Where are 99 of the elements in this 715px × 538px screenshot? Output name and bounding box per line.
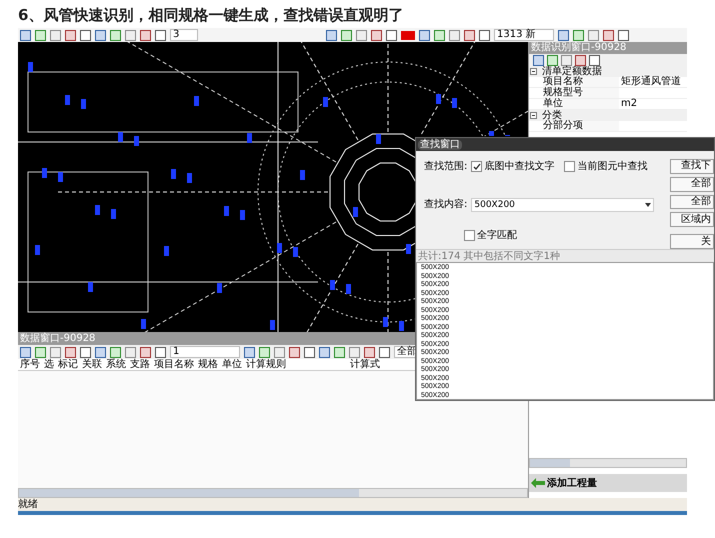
option-label: 底图中查找文字 <box>484 162 554 172</box>
property-name: 项目名称 <box>543 77 619 87</box>
toolbar-icon[interactable] <box>379 346 390 358</box>
toolbar-icon[interactable] <box>479 30 490 40</box>
toolbar-icon[interactable] <box>575 54 586 66</box>
toolbar-icon[interactable] <box>80 30 91 40</box>
property-name: 单位 <box>543 99 619 109</box>
toolbar-icon[interactable] <box>588 30 599 40</box>
toolbar-icon[interactable] <box>289 346 300 358</box>
toolbar-icon[interactable] <box>304 346 315 358</box>
toolbar-icon[interactable] <box>20 30 31 40</box>
option-label: 全字匹配 <box>477 230 517 240</box>
add-quantity-button[interactable]: 添加工程量 <box>529 474 687 492</box>
toolbar-icon[interactable] <box>326 30 337 40</box>
toolbar-icon[interactable] <box>35 30 46 40</box>
group-label: 分类 <box>541 110 562 120</box>
option-label: 当前图元中查找 <box>577 162 648 172</box>
toolbar-icon[interactable] <box>80 346 91 358</box>
toolbar-icon[interactable] <box>533 54 544 66</box>
property-value[interactable]: 矩形通风管道 <box>619 77 681 87</box>
toolbar-icon[interactable] <box>155 30 166 40</box>
column-header[interactable]: 计算规则 <box>244 359 288 370</box>
property-name: 规格型号 <box>543 88 619 98</box>
toolbar-icon[interactable] <box>356 30 367 40</box>
column-header[interactable]: 规格 <box>196 359 220 370</box>
toolbar-icon[interactable] <box>334 346 345 358</box>
toolbar-icon[interactable] <box>618 30 629 40</box>
toolbar-icon[interactable] <box>319 346 330 358</box>
status-bar: 就绪 <box>18 498 687 511</box>
level-field[interactable]: 1 <box>170 346 240 358</box>
checkbox[interactable] <box>564 161 576 172</box>
toolbar-icon[interactable] <box>464 30 475 40</box>
toolbar-icon[interactable] <box>259 346 270 358</box>
expand-toggle[interactable] <box>529 68 538 75</box>
column-header[interactable]: 标记 <box>56 359 80 370</box>
dialog-button[interactable]: 全部 <box>670 176 714 192</box>
toolbar-icon[interactable] <box>125 30 136 40</box>
property-value[interactable]: m2 <box>619 99 638 109</box>
color-swatch[interactable] <box>401 30 415 40</box>
horizontal-scrollbar[interactable] <box>529 458 687 468</box>
line-width-value[interactable]: 3 <box>170 29 198 41</box>
toolbar-icon[interactable] <box>65 346 76 358</box>
toolbar-icon[interactable] <box>341 30 352 40</box>
toolbar-icon[interactable] <box>140 346 151 358</box>
dialog-title: 查找窗口 <box>418 140 462 150</box>
content-label: 查找内容: <box>424 200 468 210</box>
toolbar-icon[interactable] <box>20 346 31 358</box>
column-header[interactable]: 选 <box>42 359 56 370</box>
toolbar-icon[interactable] <box>50 30 61 40</box>
toolbar-icon[interactable] <box>35 346 46 358</box>
toolbar-icon[interactable] <box>110 30 121 40</box>
expand-toggle[interactable] <box>529 112 538 119</box>
column-header[interactable]: 单位 <box>220 359 244 370</box>
toolbar-icon[interactable] <box>449 30 460 40</box>
toolbar-icon[interactable] <box>50 346 61 358</box>
group-label: 清单定额数据 <box>541 66 602 76</box>
toolbar-icon[interactable] <box>558 30 569 40</box>
summary-text: 共计:174 其中包括不同文字1种 <box>416 249 714 262</box>
toolbar-icon[interactable] <box>603 30 614 40</box>
horizontal-scrollbar[interactable] <box>18 488 528 498</box>
property-name: 分部分项 <box>543 121 619 131</box>
toolbar-icon[interactable] <box>419 30 430 40</box>
toolbar-icon[interactable] <box>65 30 76 40</box>
dialog-button[interactable]: 查找下 <box>670 159 714 174</box>
column-header[interactable]: 支路 <box>128 359 152 370</box>
arrow-left-icon <box>531 478 545 488</box>
toolbar-icon[interactable] <box>349 346 360 358</box>
toolbar-icon[interactable] <box>364 346 375 358</box>
dropdown-icon <box>645 203 651 207</box>
checkbox[interactable] <box>471 161 482 172</box>
toolbar-icon[interactable] <box>110 346 121 358</box>
column-header[interactable]: 系统 <box>104 359 128 370</box>
dialog-button[interactable]: 区域内 <box>670 212 714 228</box>
toolbar-icon[interactable] <box>371 30 382 40</box>
toolbar-icon[interactable] <box>95 346 106 358</box>
toolbar-icon[interactable] <box>573 30 584 40</box>
content-field[interactable]: 500X200 <box>471 198 654 212</box>
panel-title: 数据识别窗口-90928 <box>529 42 687 54</box>
toolbar-icon[interactable] <box>140 30 151 40</box>
article-heading: 6、风管快速识别，相同规格一键生成，查找错误直观明了 <box>17 5 404 26</box>
toolbar-icon[interactable] <box>589 54 600 66</box>
toolbar-icon[interactable] <box>561 54 572 66</box>
toolbar-icon[interactable] <box>155 346 166 358</box>
column-header[interactable]: 项目名称 <box>152 359 196 370</box>
column-header[interactable]: 关联 <box>80 359 104 370</box>
toolbar-icon[interactable] <box>95 30 106 40</box>
column-header[interactable]: 计算式 <box>348 359 382 370</box>
toolbar-icon[interactable] <box>386 30 397 40</box>
dialog-button[interactable]: 全部 <box>670 194 714 210</box>
checkbox[interactable] <box>464 230 475 241</box>
scope-label: 查找范围: <box>424 162 468 172</box>
column-header[interactable]: 序号 <box>18 359 42 370</box>
scale-value[interactable]: 1313 新 <box>494 29 554 41</box>
toolbar-icon[interactable] <box>274 346 285 358</box>
toolbar-icon[interactable] <box>244 346 255 358</box>
dialog-button[interactable]: 关 <box>670 234 714 249</box>
toolbar-icon[interactable] <box>125 346 136 358</box>
toolbar-icon[interactable] <box>547 54 558 66</box>
toolbar-icon[interactable] <box>434 30 445 40</box>
